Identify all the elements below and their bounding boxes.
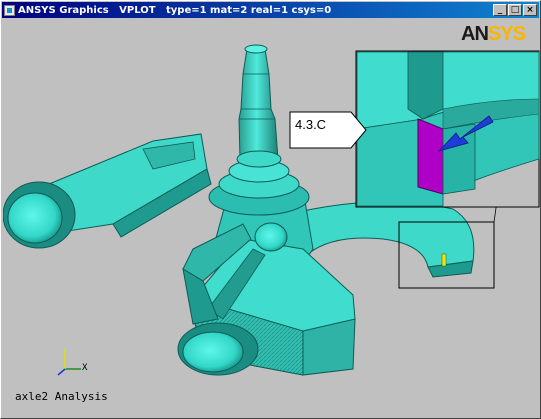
axis-triad xyxy=(57,349,81,376)
ansys-graphics-window: ANSYS Graphics VPLOT type=1 mat=2 real=1… xyxy=(0,0,541,419)
window-title: ANSYS Graphics VPLOT type=1 mat=2 real=1… xyxy=(18,4,332,16)
hub-right-bore xyxy=(254,222,288,252)
left-bore-hole xyxy=(3,181,76,249)
title-bar[interactable]: ANSYS Graphics VPLOT type=1 mat=2 real=1… xyxy=(2,2,539,18)
graphics-viewport[interactable]: ANSYS 4.3.C X axle2 Analysis xyxy=(3,19,540,418)
model-view xyxy=(3,44,540,376)
analysis-caption: axle2 Analysis xyxy=(15,390,108,403)
axis-x-label: X xyxy=(82,363,88,373)
ansys-logo: ANSYS xyxy=(461,23,526,45)
minimize-button[interactable]: _ xyxy=(493,4,507,16)
arm-right xyxy=(302,201,475,278)
ansys-app-icon xyxy=(4,4,15,16)
vertical-shaft xyxy=(236,44,282,168)
window-controls: _ □ × xyxy=(493,4,537,16)
bottom-bore-hole xyxy=(177,322,259,376)
maximize-button[interactable]: □ xyxy=(508,4,522,16)
close-button[interactable]: × xyxy=(523,4,537,16)
callout-label: 4.3.C xyxy=(295,117,327,132)
detail-inset[interactable] xyxy=(355,50,540,208)
